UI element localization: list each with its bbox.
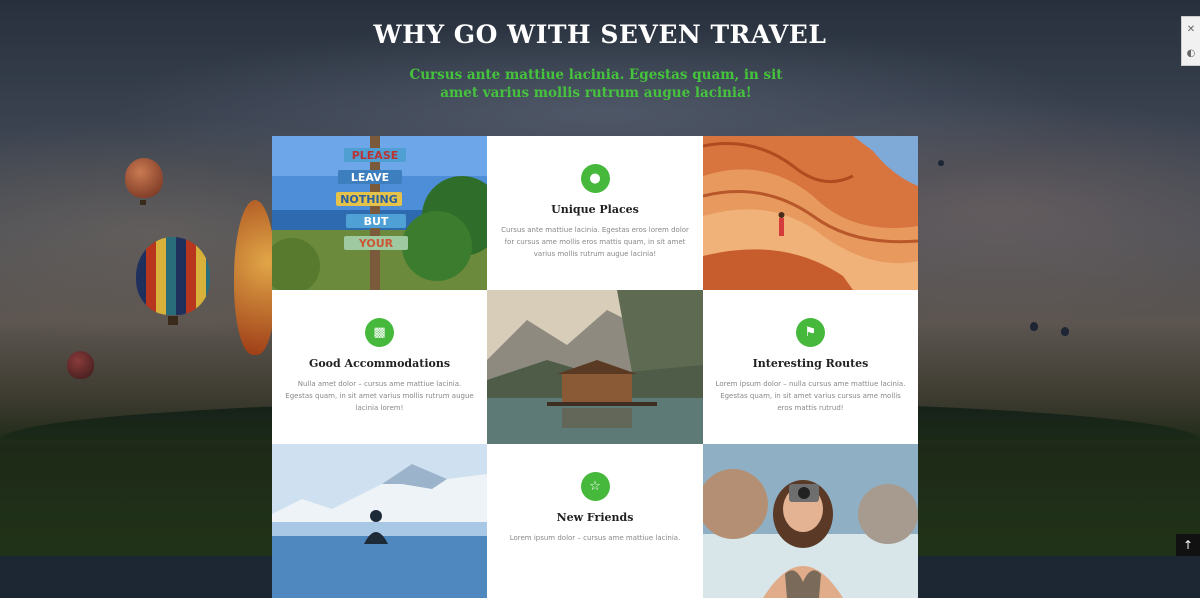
photo-woman-camera (703, 444, 918, 598)
section-title: WHY GO WITH SEVEN TRAVEL (373, 20, 827, 49)
handshake-icon: ☆ (580, 472, 610, 501)
balloon-decoration (234, 200, 276, 355)
sign-line: YOUR (358, 237, 394, 250)
lake-cabin-photo (487, 290, 703, 444)
feature-card: ☆ New Friends Lorem ipsum dolor – cursus… (487, 444, 703, 598)
sign-line: NOTHING (340, 193, 398, 206)
scroll-to-top-button[interactable]: ↑ (1176, 534, 1200, 556)
balloon-basket (140, 200, 146, 205)
feature-text: Nulla amet dolor – cursus ame mattiue la… (285, 380, 474, 412)
feature-text: Cursus ante mattiue lacinia. Egestas ero… (501, 226, 689, 258)
signpost-icon: ⚑ (796, 318, 825, 347)
sign-line: BUT (364, 215, 389, 228)
sign-line: LEAVE (351, 171, 389, 184)
side-toolbar: ✕ ◐ (1181, 16, 1200, 66)
balloon-decoration (67, 351, 94, 379)
feature-text: Lorem ipsum dolor – nulla cursus ame mat… (715, 380, 906, 412)
feature-text: Lorem ipsum dolor – cursus ame mattiue l… (509, 534, 681, 542)
arrow-up-icon: ↑ (1182, 538, 1194, 552)
feature-title: Interesting Routes (752, 357, 869, 370)
feature-title: Unique Places (551, 203, 639, 216)
globe-icon: ● (580, 164, 610, 193)
balloon-decoration (125, 158, 163, 198)
photo-snow-lake (272, 444, 487, 598)
features-grid: PLEASE LEAVE NOTHING BUT YOUR ● Unique P… (272, 136, 918, 598)
balloon-decoration (1061, 327, 1069, 336)
bed-icon: ▩ (365, 318, 394, 347)
contrast-icon[interactable]: ◐ (1187, 48, 1196, 59)
feature-title: New Friends (556, 511, 634, 524)
photo-canyon (703, 136, 918, 290)
photo-lake-cabin (487, 290, 703, 444)
sign-line: PLEASE (352, 149, 399, 162)
signpost-photo: PLEASE LEAVE NOTHING BUT YOUR (272, 136, 487, 290)
woman-camera-photo (703, 444, 918, 598)
feature-card: ⚑ Interesting Routes Lorem ipsum dolor –… (703, 290, 918, 444)
close-icon[interactable]: ✕ (1187, 24, 1195, 35)
balloon-decoration (1030, 322, 1038, 331)
snow-lake-photo (272, 444, 487, 598)
balloon-decoration (136, 237, 210, 315)
photo-signpost: PLEASE LEAVE NOTHING BUT YOUR (272, 136, 487, 290)
feature-card: ▩ Good Accommodations Nulla amet dolor –… (272, 290, 487, 444)
balloon-basket (168, 316, 178, 325)
feature-title: Good Accommodations (308, 357, 451, 370)
canyon-photo (703, 136, 918, 290)
feature-card: ● Unique Places Cursus ante mattiue laci… (487, 136, 703, 290)
balloon-decoration (938, 160, 944, 166)
section-subtitle: Cursus ante mattiue lacinia. Egestas qua… (409, 67, 783, 101)
